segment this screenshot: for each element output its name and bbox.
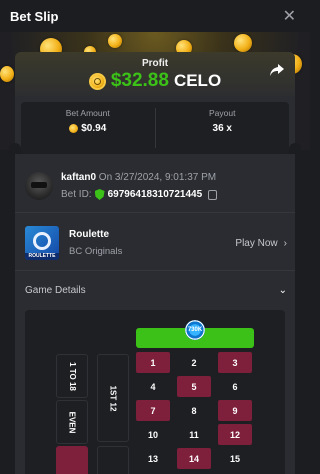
copy-icon[interactable]	[208, 189, 218, 200]
bet-id-label: Bet ID:	[61, 189, 92, 200]
profit-card: Profit $32.88 CELO Bet Amount $0.94 Payo…	[15, 52, 295, 154]
number-cell: 11	[177, 424, 211, 445]
user-info: kaftan0 On 3/27/2024, 9:01:37 PM Bet ID:…	[25, 170, 285, 210]
game-name: Roulette	[69, 229, 109, 240]
roulette-thumbnail: ROULETTE	[25, 226, 59, 260]
game-row[interactable]: ROULETTE Roulette BC Originals Play Now …	[25, 226, 287, 260]
roulette-wheel-icon	[33, 232, 51, 250]
bet-amount-value: $0.94	[21, 123, 155, 134]
number-cell: 13	[136, 448, 170, 469]
number-cell: 4	[136, 376, 170, 397]
user-name[interactable]: kaftan0	[61, 172, 96, 183]
number-cell: 1	[136, 352, 170, 373]
user-text: kaftan0 On 3/27/2024, 9:01:37 PM Bet ID:…	[61, 170, 218, 210]
coin-decoration	[234, 34, 252, 52]
close-icon[interactable]: ✕	[283, 6, 296, 26]
number-cell: 6	[218, 376, 252, 397]
number-cell: 8	[177, 400, 211, 421]
bet-amount-stat: Bet Amount $0.94	[21, 102, 155, 154]
bet-chip: 730K	[185, 320, 205, 340]
user-line: kaftan0 On 3/27/2024, 9:01:37 PM	[61, 172, 217, 183]
profit-row: $32.88 CELO	[15, 70, 295, 92]
number-cell: 15	[218, 448, 252, 469]
bet-id-line: Bet ID: 69796418310721445	[61, 189, 218, 200]
chevron-down-icon[interactable]: ⌄	[279, 285, 287, 296]
share-icon[interactable]	[269, 62, 285, 78]
profit-section: Profit $32.88 CELO	[15, 52, 295, 96]
coin-decoration	[0, 66, 14, 82]
bet-id-value: 69796418310721445	[107, 189, 203, 200]
divider	[15, 270, 295, 271]
payout-value: 36 x	[212, 123, 232, 134]
verified-shield-icon	[94, 189, 105, 200]
play-now-button[interactable]: Play Now ›	[235, 238, 287, 249]
game-info: Roulette BC Originals	[69, 229, 122, 257]
bet-amount-label: Bet Amount	[65, 108, 110, 118]
avatar[interactable]	[25, 172, 53, 200]
bet-slip-header: Bet Slip ✕	[0, 0, 310, 32]
game-details-toggle[interactable]: Game Details ⌄	[25, 282, 287, 298]
payout-stat: Payout 36 x	[154, 108, 290, 148]
number-cell: 9	[218, 400, 252, 421]
bet-date: On 3/27/2024, 9:01:37 PM	[98, 172, 217, 183]
thumbnail-tag: ROULETTE	[25, 253, 59, 260]
coin-icon	[69, 124, 79, 133]
side-bet-red	[56, 446, 88, 474]
profit-label: Profit	[141, 58, 169, 69]
side-bet-1-to-18: 1 TO 18	[56, 354, 88, 398]
divider	[15, 212, 295, 213]
number-cell: 10	[136, 424, 170, 445]
number-cell: 5	[177, 376, 211, 397]
game-details-label: Game Details	[25, 284, 86, 296]
payout-label: Payout	[209, 108, 236, 118]
number-cell: 3	[218, 352, 252, 373]
bet-details-panel: kaftan0 On 3/27/2024, 9:01:37 PM Bet ID:…	[15, 154, 295, 474]
bet-stats: Bet Amount $0.94 Payout 36 x	[21, 102, 289, 154]
bet-amount-text: $0.94	[81, 123, 107, 134]
side-bet-block	[97, 446, 129, 474]
number-cell: 2	[177, 352, 211, 373]
number-cell: 14	[177, 448, 211, 469]
celo-coin-icon	[88, 72, 106, 90]
profit-amount: $32.88	[110, 70, 169, 91]
chevron-right-icon: ›	[283, 237, 287, 249]
number-cell: 12	[218, 424, 252, 445]
coin-decoration	[108, 34, 122, 48]
side-bet-1st-12: 1ST 12	[97, 354, 129, 442]
number-cell: 7	[136, 400, 170, 421]
page-title: Bet Slip	[10, 8, 59, 24]
side-bet-even: EVEN	[56, 400, 88, 444]
roulette-board: 730K 1 TO 18 EVEN 1ST 12 1 2 3 4 5 6 7 8 9 10 11 12…	[25, 310, 285, 474]
game-provider: BC Originals	[69, 246, 123, 257]
profit-currency: CELO	[173, 71, 222, 90]
play-now-label: Play Now	[235, 237, 278, 249]
